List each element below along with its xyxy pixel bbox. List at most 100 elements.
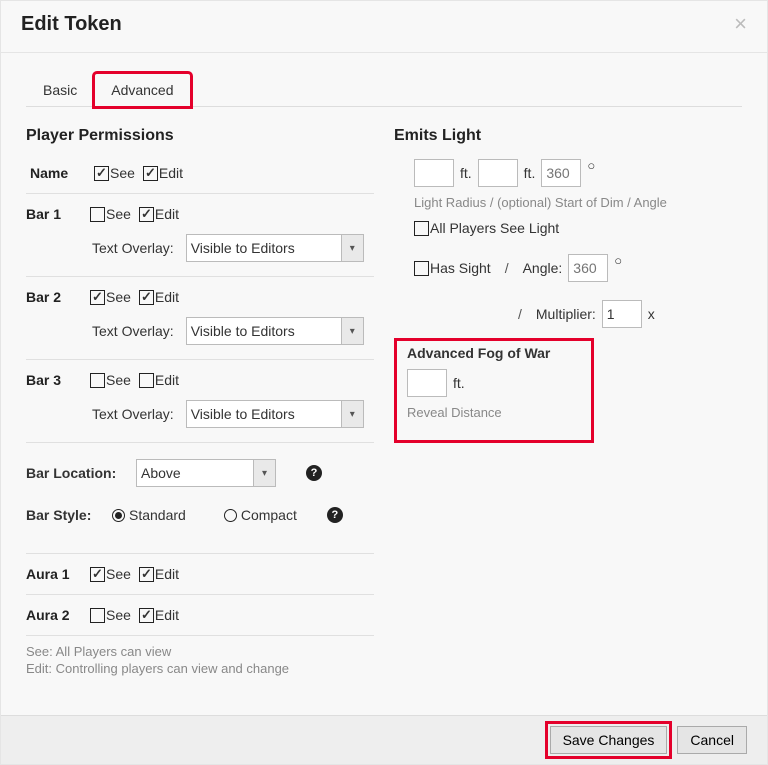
divider — [26, 553, 374, 554]
fog-title: Advanced Fog of War — [407, 345, 581, 361]
checkbox-label: All Players See Light — [430, 220, 559, 236]
dialog-body: Basic Advanced Player Permissions Name S… — [1, 53, 767, 686]
overlay-bar2: Text Overlay: Visible to Editors ▾ — [92, 317, 374, 345]
checkbox-all-see-light[interactable]: All Players See Light — [414, 220, 559, 236]
row-all-see-light: All Players See Light — [414, 220, 742, 236]
radio-standard[interactable]: Standard — [112, 507, 186, 523]
label-x: x — [648, 306, 655, 322]
checkbox-bar3-see[interactable]: See — [90, 372, 131, 388]
help-icon[interactable]: ? — [306, 465, 322, 481]
label-aura2: Aura 2 — [26, 607, 82, 623]
input-light-dim[interactable] — [478, 159, 518, 187]
emits-light-title: Emits Light — [394, 127, 742, 145]
row-multiplier: / Multiplier: x — [414, 300, 742, 328]
advanced-fog-box: Advanced Fog of War ft. Reveal Distance — [394, 338, 594, 443]
checkbox-bar2-see[interactable]: See — [90, 289, 131, 305]
tab-basic[interactable]: Basic — [26, 73, 94, 107]
checkbox-label: Edit — [155, 607, 179, 623]
checkbox-bar2-edit[interactable]: Edit — [139, 289, 179, 305]
checkbox-icon — [139, 567, 154, 582]
col-permissions: Player Permissions Name See Edit Bar 1 S… — [26, 127, 374, 676]
chevron-down-icon: ▾ — [253, 460, 275, 486]
label-bar2: Bar 2 — [26, 289, 82, 305]
slash: / — [510, 306, 530, 322]
checkbox-icon — [414, 261, 429, 276]
checkbox-aura2-edit[interactable]: Edit — [139, 607, 179, 623]
checkbox-aura1-see[interactable]: See — [90, 566, 131, 582]
chevron-down-icon: ▾ — [341, 318, 363, 344]
help-icon[interactable]: ? — [327, 507, 343, 523]
select-value: Visible to Editors — [191, 323, 321, 339]
radio-icon — [112, 509, 125, 522]
radio-icon — [224, 509, 237, 522]
edit-token-dialog: Edit Token × Basic Advanced Player Permi… — [0, 0, 768, 765]
row-bar-location: Bar Location: Above ▾ ? — [26, 449, 374, 497]
select-value: Visible to Editors — [191, 240, 321, 256]
select-bar1-overlay[interactable]: Visible to Editors ▾ — [186, 234, 364, 262]
unit-ft: ft. — [524, 165, 536, 181]
unit-ft: ft. — [460, 165, 472, 181]
checkbox-bar1-edit[interactable]: Edit — [139, 206, 179, 222]
divider — [26, 193, 374, 194]
checkbox-label: See — [106, 372, 131, 388]
chevron-down-icon: ▾ — [341, 235, 363, 261]
checkbox-icon — [90, 567, 105, 582]
checkbox-icon — [90, 373, 105, 388]
select-bar3-overlay[interactable]: Visible to Editors ▾ — [186, 400, 364, 428]
checkbox-name-see[interactable]: See — [94, 165, 135, 181]
label-bar3: Bar 3 — [26, 372, 82, 388]
tab-advanced[interactable]: Advanced — [94, 73, 190, 107]
input-light-radius[interactable] — [414, 159, 454, 187]
checkbox-label: See — [106, 206, 131, 222]
row-bar-style: Bar Style: Standard Compact ? — [26, 497, 374, 533]
close-button[interactable]: × — [734, 11, 747, 37]
degree-icon: ○ — [614, 253, 622, 268]
checkbox-icon — [90, 207, 105, 222]
input-light-angle[interactable] — [541, 159, 581, 187]
checkbox-label: See — [106, 607, 131, 623]
checkbox-label: Edit — [159, 165, 183, 181]
unit-ft: ft. — [453, 375, 465, 391]
cancel-button[interactable]: Cancel — [677, 726, 747, 754]
checkbox-icon — [139, 290, 154, 305]
checkbox-aura2-see[interactable]: See — [90, 607, 131, 623]
row-bar2: Bar 2 See Edit — [26, 283, 374, 311]
overlay-bar1: Text Overlay: Visible to Editors ▾ — [92, 234, 374, 262]
permissions-title: Player Permissions — [26, 127, 374, 145]
checkbox-icon — [90, 608, 105, 623]
row-has-sight: Has Sight / Angle: ○ — [414, 254, 742, 282]
checkbox-label: Edit — [155, 206, 179, 222]
row-aura1: Aura 1 See Edit — [26, 560, 374, 588]
checkbox-label: See — [110, 165, 135, 181]
divider — [26, 276, 374, 277]
tab-bar: Basic Advanced — [26, 73, 742, 107]
checkbox-icon — [94, 166, 109, 181]
checkbox-bar1-see[interactable]: See — [90, 206, 131, 222]
checkbox-icon — [414, 221, 429, 236]
checkbox-name-edit[interactable]: Edit — [143, 165, 183, 181]
row-light-radius: ft. ft. ○ — [414, 159, 742, 187]
checkbox-icon — [139, 608, 154, 623]
input-multiplier[interactable] — [602, 300, 642, 328]
radio-compact[interactable]: Compact — [224, 507, 297, 523]
checkbox-icon — [139, 373, 154, 388]
input-fog-distance[interactable] — [407, 369, 447, 397]
divider — [26, 594, 374, 595]
checkbox-label: Has Sight — [430, 260, 491, 276]
checkbox-aura1-edit[interactable]: Edit — [139, 566, 179, 582]
select-bar2-overlay[interactable]: Visible to Editors ▾ — [186, 317, 364, 345]
checkbox-bar3-edit[interactable]: Edit — [139, 372, 179, 388]
select-bar-location[interactable]: Above ▾ — [136, 459, 276, 487]
chevron-down-icon: ▾ — [341, 401, 363, 427]
radio-label: Standard — [129, 507, 186, 523]
label-bar-style: Bar Style: — [26, 507, 102, 523]
overlay-label: Text Overlay: — [92, 406, 174, 422]
fog-caption: Reveal Distance — [407, 405, 581, 420]
divider — [26, 442, 374, 443]
row-aura2: Aura 2 See Edit — [26, 601, 374, 629]
save-button[interactable]: Save Changes — [550, 726, 668, 754]
light-caption: Light Radius / (optional) Start of Dim /… — [414, 195, 742, 210]
checkbox-has-sight[interactable]: Has Sight — [414, 260, 491, 276]
checkbox-label: See — [106, 289, 131, 305]
input-sight-angle[interactable] — [568, 254, 608, 282]
